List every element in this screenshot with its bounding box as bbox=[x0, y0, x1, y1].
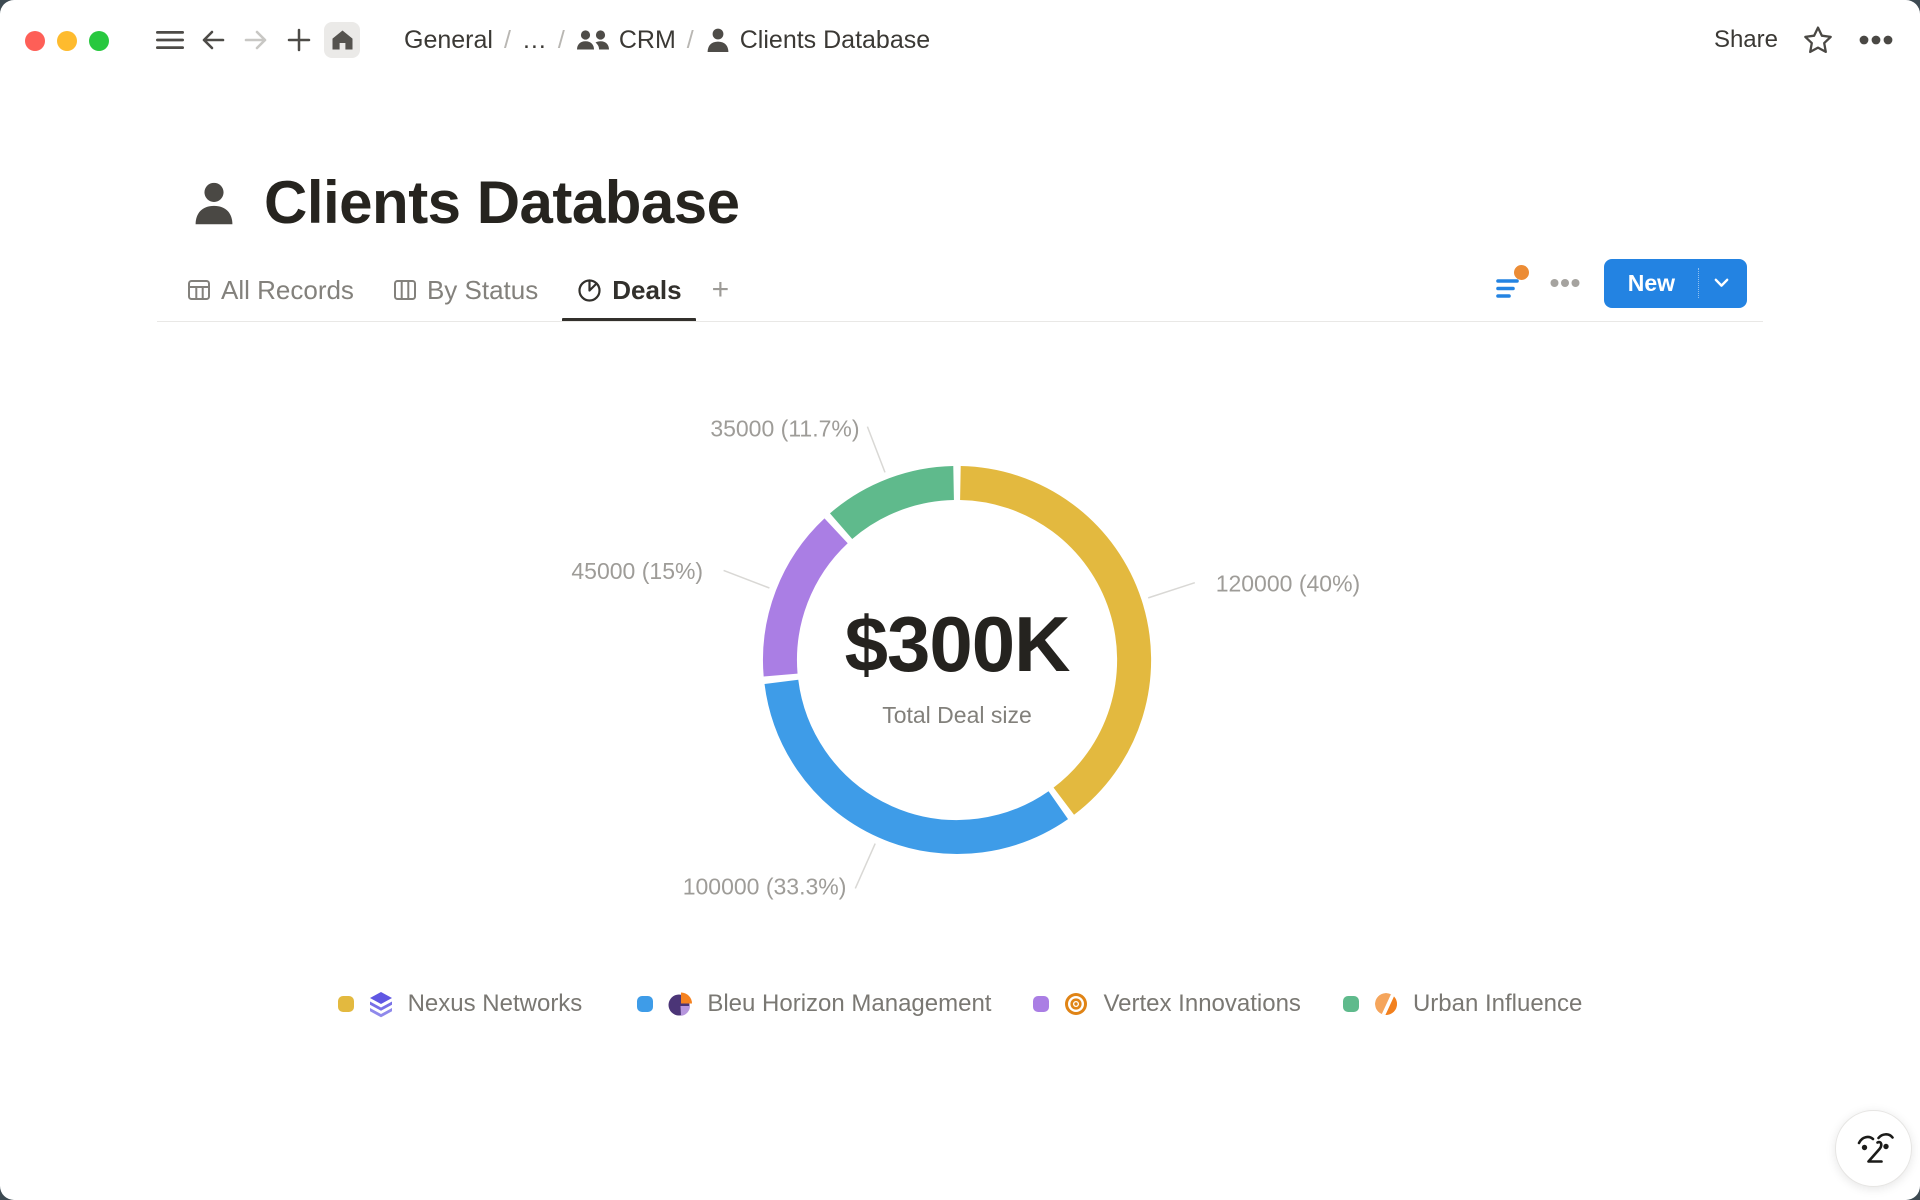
label-leader-line bbox=[867, 427, 885, 473]
slice-label: 45000 (15%) bbox=[571, 558, 703, 584]
legend-item-nexus-networks[interactable]: Nexus Networks bbox=[338, 990, 583, 1018]
ai-face-icon bbox=[1851, 1126, 1897, 1172]
legend-swatch bbox=[637, 996, 653, 1012]
nexus-networks-logo-icon bbox=[367, 990, 395, 1018]
legend-item-bleu-horizon[interactable]: Bleu Horizon Management bbox=[624, 990, 991, 1018]
legend-label: Vertex Innovations bbox=[1103, 990, 1300, 1018]
slice-label: 120000 (40%) bbox=[1216, 570, 1361, 596]
donut-segment-1[interactable] bbox=[781, 682, 1058, 837]
app-window: General / … / CRM / bbox=[0, 0, 1920, 1200]
legend-label: Bleu Horizon Management bbox=[707, 990, 991, 1018]
donut-segment-0[interactable] bbox=[960, 483, 1134, 801]
label-leader-line bbox=[855, 844, 875, 889]
donut-segment-3[interactable] bbox=[841, 483, 954, 526]
label-leader-line bbox=[724, 570, 770, 588]
notion-ai-button[interactable] bbox=[1835, 1110, 1912, 1187]
slice-label: 100000 (33.3%) bbox=[683, 874, 847, 900]
vertex-innovations-logo-icon bbox=[1062, 990, 1090, 1018]
urban-influence-logo-icon bbox=[1372, 990, 1400, 1018]
legend-label: Urban Influence bbox=[1413, 990, 1582, 1018]
donut-chart-svg: 120000 (40%) 100000 (33.3%) 45000 (15%) 350… bbox=[0, 0, 1920, 1200]
legend-swatch bbox=[1343, 996, 1359, 1012]
legend-label: Nexus Networks bbox=[408, 990, 583, 1018]
legend-swatch bbox=[338, 996, 354, 1012]
chart-legend: Nexus Networks Bleu Horizon Management V… bbox=[0, 990, 1920, 1018]
bleu-horizon-logo-icon bbox=[666, 990, 694, 1018]
legend-item-vertex-innovations[interactable]: Vertex Innovations bbox=[1033, 990, 1300, 1018]
donut-segment-2[interactable] bbox=[780, 531, 836, 675]
legend-swatch bbox=[1033, 996, 1049, 1012]
label-leader-line bbox=[1148, 583, 1195, 598]
legend-item-urban-influence[interactable]: Urban Influence bbox=[1343, 990, 1582, 1018]
slice-label: 35000 (11.7%) bbox=[710, 416, 859, 442]
